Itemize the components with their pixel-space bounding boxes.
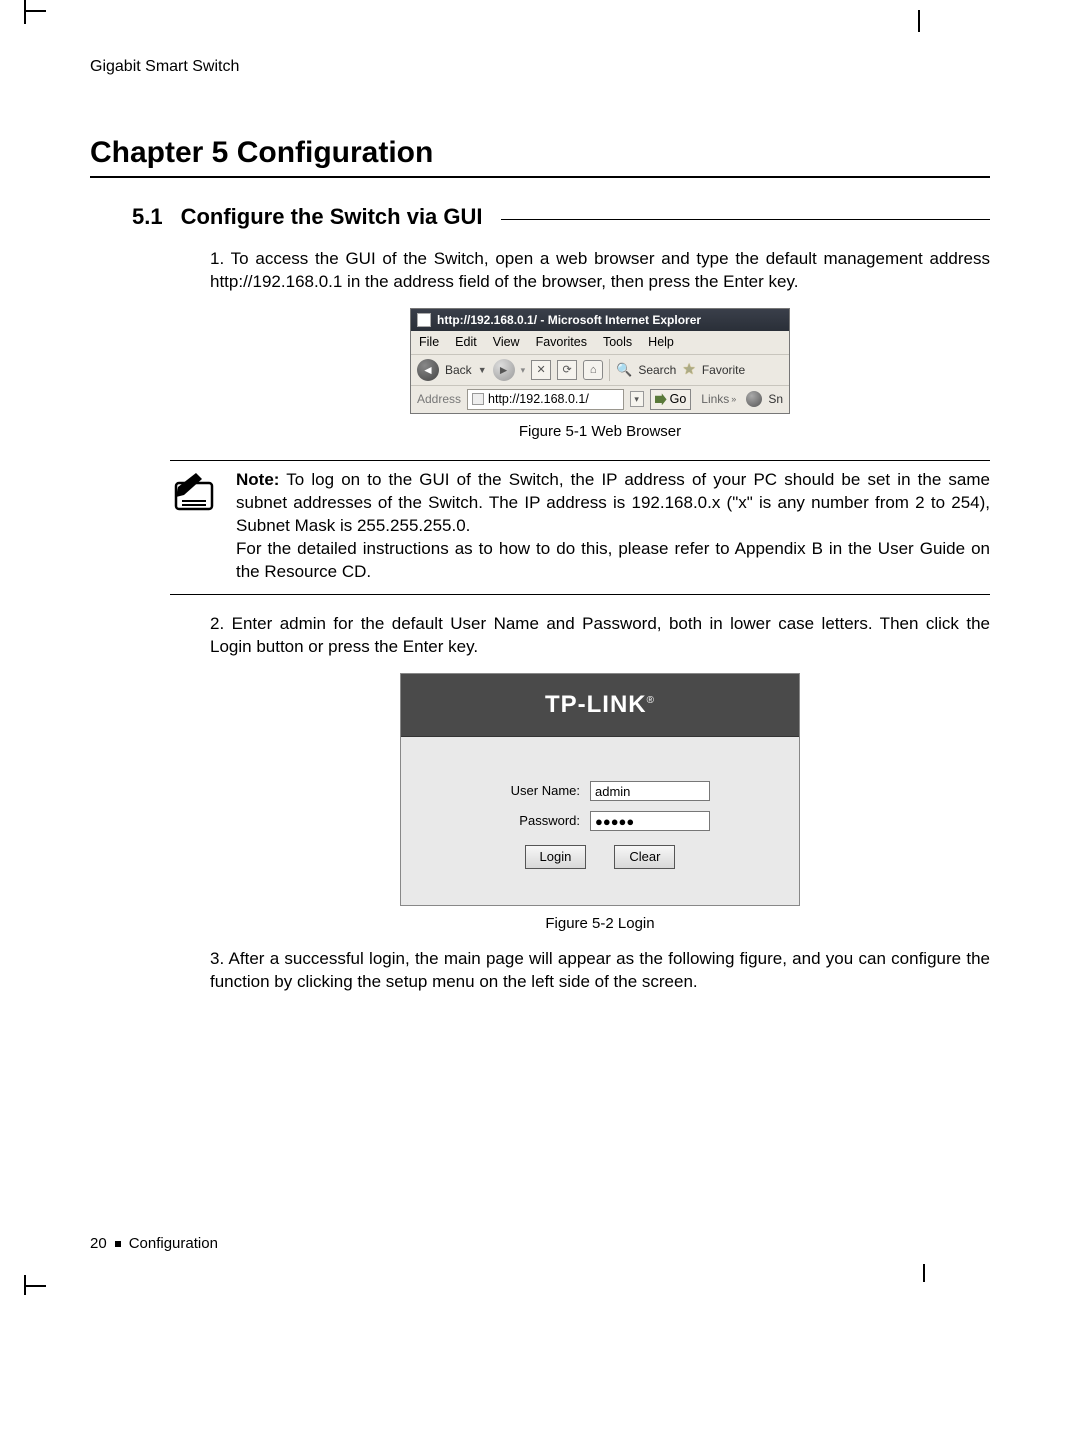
ie-toolbar: ◄ Back ▼ ► ▾ ✕ ⟳ ⌂ 🔍 Search ★ Favorite [411,355,789,386]
login-window: TP-LINK® User Name: admin Password: ●●●●… [400,673,800,906]
page-footer: 20 Configuration [90,1235,218,1252]
note-body-1: To log on to the GUI of the Switch, the … [236,470,990,535]
footer-section: Configuration [129,1235,218,1252]
figure-2-caption: Figure 5-2 Login [210,914,990,934]
menu-favorites[interactable]: Favorites [536,334,587,351]
address-field[interactable]: http://192.168.0.1/ [467,389,624,410]
note-block: Note: To log on to the GUI of the Switch… [170,460,990,595]
ie-address-bar: Address http://192.168.0.1/ ▾ Go Links [411,386,789,413]
links-button[interactable]: Links » [697,391,740,407]
menu-view[interactable]: View [493,334,520,351]
refresh-icon[interactable]: ⟳ [557,360,577,380]
address-label: Address [417,391,461,407]
step-number: 2. [210,614,224,633]
go-label: Go [670,391,687,408]
step-1: 1. To access the GUI of the Switch, open… [210,248,990,442]
address-url: http://192.168.0.1/ [488,391,589,408]
go-button[interactable]: Go [650,389,692,410]
username-field[interactable]: admin [590,781,710,801]
note-body-2: For the detailed instructions as to how … [236,539,990,581]
back-button-icon[interactable]: ◄ [417,359,439,381]
password-field[interactable]: ●●●●● [590,811,710,831]
page-number: 20 [90,1235,107,1252]
favorites-label[interactable]: Favorite [702,362,745,378]
figure-1-caption: Figure 5-1 Web Browser [210,422,990,442]
links-label: Links [701,391,729,407]
forward-dropdown-icon[interactable]: ▾ [521,364,526,376]
brand-text: TP-LINK [545,691,647,718]
sn-label: Sn [768,391,783,407]
ie-menubar: File Edit View Favorites Tools Help [411,331,789,355]
section-heading: 5.1 Configure the Switch via GUI [90,204,990,230]
step-text: Enter admin for the default User Name an… [210,614,990,656]
page-icon [472,393,484,405]
figure-2: TP-LINK® User Name: admin Password: ●●●●… [210,673,990,934]
menu-help[interactable]: Help [648,334,674,351]
note-text: Note: To log on to the GUI of the Switch… [236,469,990,584]
section-title: Configure the Switch via GUI [181,204,483,230]
favorites-star-icon[interactable]: ★ [682,360,695,380]
step-number: 3. [210,949,224,968]
ie-window: http://192.168.0.1/ - Microsoft Internet… [410,308,790,414]
section-number: 5.1 [132,204,163,230]
login-form: User Name: admin Password: ●●●●● Login C… [401,737,799,905]
chapter-rule [90,176,990,178]
links-chevron-icon: » [731,393,736,405]
step-2: 2. Enter admin for the default User Name… [210,613,990,934]
running-header: Gigabit Smart Switch [90,58,990,76]
clear-button[interactable]: Clear [614,845,675,869]
menu-tools[interactable]: Tools [603,334,632,351]
network-status-icon [746,391,762,407]
note-rule-bottom [170,594,990,595]
back-dropdown-icon[interactable]: ▼ [478,364,487,376]
ie-app-icon [417,313,431,327]
back-label[interactable]: Back [445,362,472,378]
go-arrow-icon [655,393,667,405]
search-icon[interactable]: 🔍 [616,361,632,379]
forward-button-icon[interactable]: ► [493,359,515,381]
ie-titlebar: http://192.168.0.1/ - Microsoft Internet… [411,309,789,331]
password-label: Password: [490,812,580,830]
search-label[interactable]: Search [638,362,676,378]
section-rule [501,219,990,220]
menu-file[interactable]: File [419,334,439,351]
figure-1: http://192.168.0.1/ - Microsoft Internet… [210,308,990,442]
ie-title-text: http://192.168.0.1/ - Microsoft Internet… [437,312,701,328]
menu-edit[interactable]: Edit [455,334,477,351]
home-icon[interactable]: ⌂ [583,360,603,380]
stop-icon[interactable]: ✕ [531,360,551,380]
step-3: 3. After a successful login, the main pa… [210,948,990,994]
login-brand: TP-LINK® [401,674,799,737]
chapter-title: Chapter 5 Configuration [90,136,990,170]
step-text: To access the GUI of the Switch, open a … [210,249,990,291]
login-button[interactable]: Login [525,845,587,869]
note-label: Note: [236,470,279,489]
brand-reg-icon: ® [647,695,655,706]
note-icon [170,469,218,584]
step-number: 1. [210,249,224,268]
step-text: After a successful login, the main page … [210,949,990,991]
address-dropdown-icon[interactable]: ▾ [630,391,644,407]
footer-bullet-icon [115,1241,121,1247]
username-label: User Name: [490,782,580,800]
toolbar-separator [609,359,610,381]
